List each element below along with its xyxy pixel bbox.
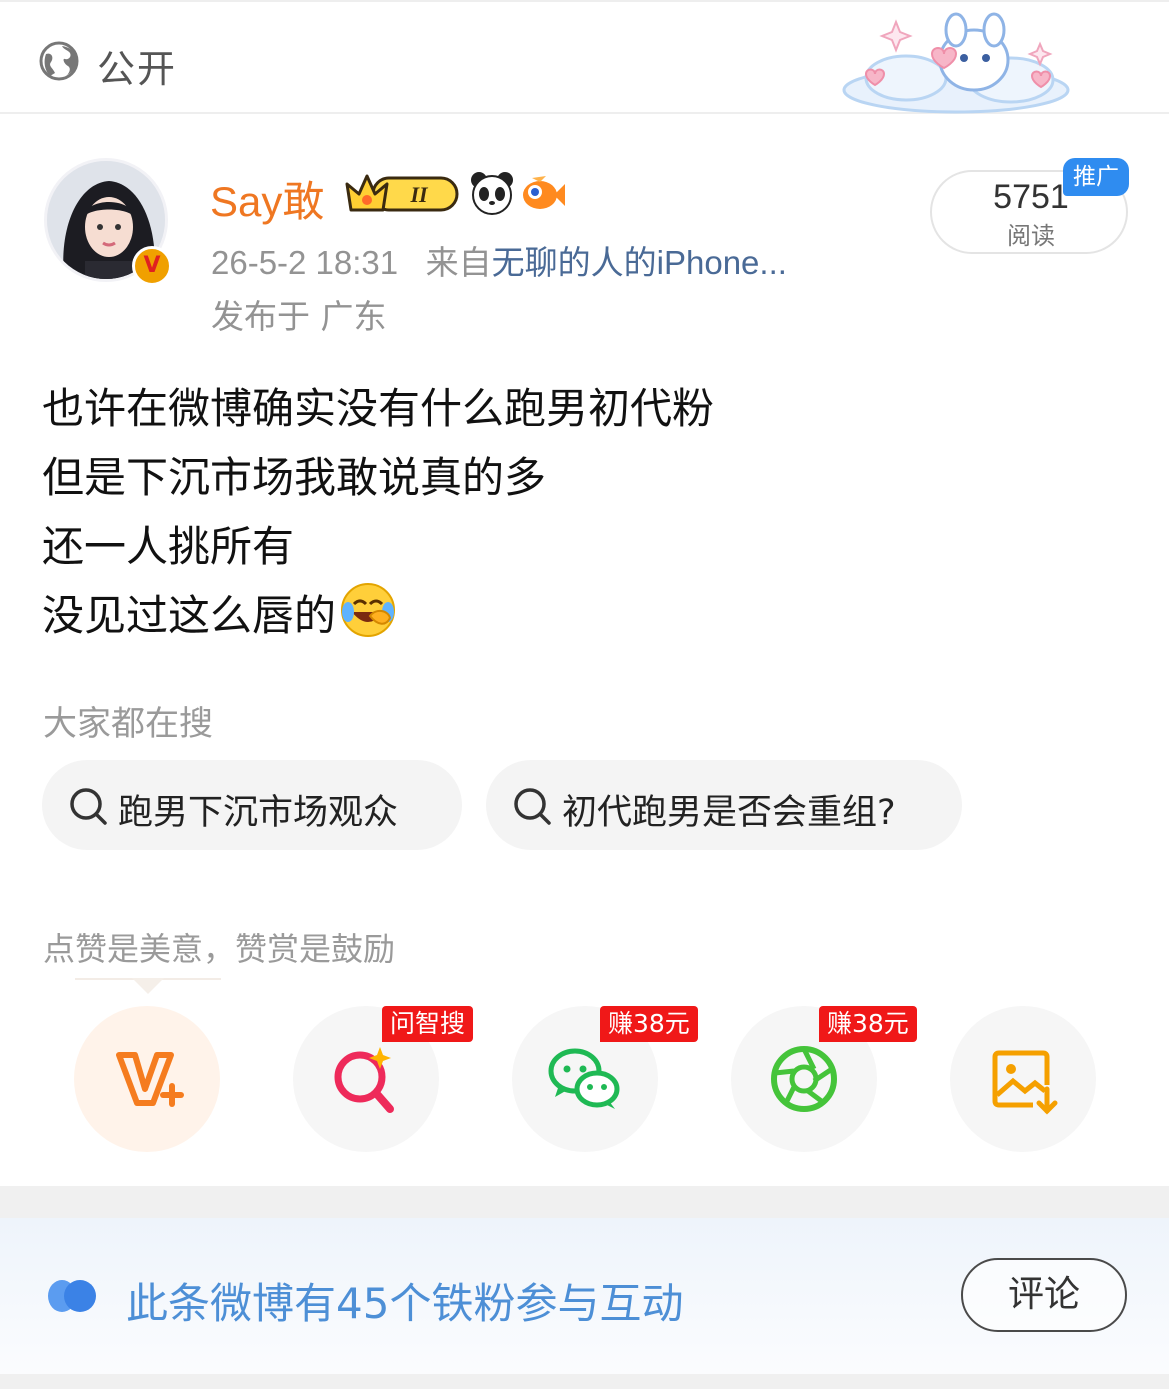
post-line: 还一人挑所有 [42,522,295,571]
moments-icon [771,1046,837,1112]
post-timestamp: 26-5-2 18:31 [211,244,399,281]
vplus-reward-button[interactable] [74,1006,220,1152]
save-image-icon [992,1050,1058,1115]
vplus-icon [116,1052,184,1107]
search-chip[interactable]: 初代跑男是否会重组? [486,760,962,850]
fan-interaction-text: 此条微博有45个铁粉参与互动 [126,1279,684,1328]
globe-icon [39,41,79,81]
level-badge-text: II [409,182,429,207]
wechat-icon [548,1048,620,1109]
laugh-cry-emoji-icon [341,583,396,637]
ai-search-icon [334,1047,394,1113]
source-prefix: 来自 [425,244,492,281]
fan-badge-icon [48,1280,96,1312]
post-line: 没见过这么唇的 [42,591,337,640]
reward-hint: 点赞是美意，赞赏是鼓励 [43,930,396,968]
panda-icon[interactable] [469,170,515,216]
source-link[interactable]: 无聊的人的iPhone... [492,244,787,281]
fish-icon[interactable] [520,170,566,216]
username[interactable]: Say敢 [210,168,324,229]
comment-button[interactable]: 评论 [961,1258,1127,1332]
read-label: 阅读 [1007,222,1055,250]
vip-crown-badge-icon[interactable]: II [343,170,461,216]
avatar[interactable]: V [40,146,172,286]
post-meta: 26-5-2 18:31 来自无聊的人的iPhone... [211,236,787,284]
section-divider [0,1186,1169,1218]
reward-caret [132,978,164,994]
moments-earn-tag: 赚38元 [819,1006,917,1042]
search-chip-label: 跑男下沉市场观众 [118,793,399,833]
search-icon [514,788,551,825]
search-chip-label: 初代跑男是否会重组? [562,793,896,833]
save-image-button[interactable] [950,1006,1096,1152]
visibility-label: 公开 [97,47,178,91]
ai-search-tag: 问智搜 [382,1006,474,1042]
search-chip[interactable]: 跑男下沉市场观众 [42,760,462,850]
verified-badge: V [132,246,172,286]
post-text: 也许在微博确实没有什么跑男初代粉 但是下沉市场我敢说真的多 还一人挑所有 没见过… [42,374,714,650]
post-line: 也许在微博确实没有什么跑男初代粉 [42,384,715,433]
promote-badge[interactable]: 推广 [1063,158,1129,196]
visibility-bar: 公开 [0,0,1169,114]
search-icon [70,788,107,825]
fan-interaction-bar[interactable]: 此条微博有45个铁粉参与互动 评论 [0,1218,1169,1374]
wechat-earn-tag: 赚38元 [600,1006,698,1042]
post-location: 发布于 广东 [211,297,387,336]
bottom-divider [0,1374,1169,1389]
bunny-cloud-sticker [842,12,1070,114]
post-line: 但是下沉市场我敢说真的多 [42,453,547,502]
trending-search-title: 大家都在搜 [43,704,213,744]
